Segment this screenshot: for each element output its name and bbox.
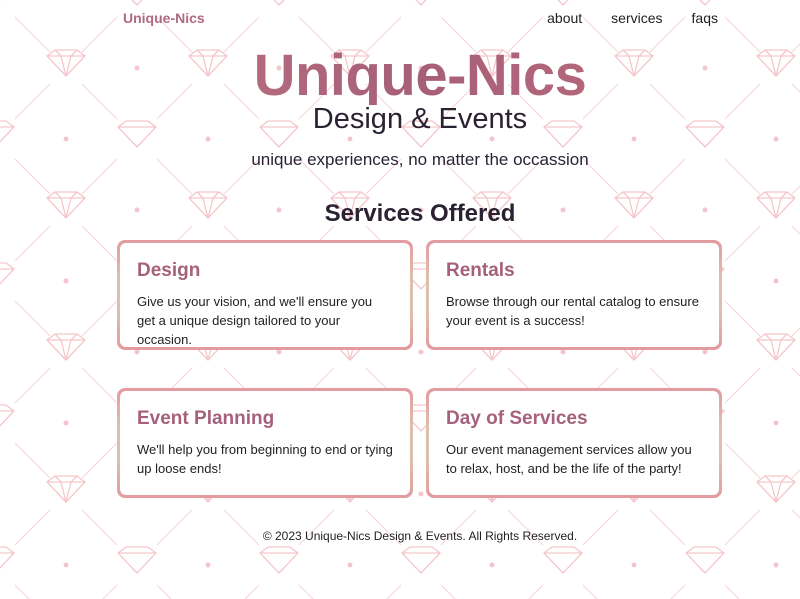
service-card-title: Event Planning [137,408,275,429]
top-nav: about services faqs [518,10,718,26]
service-card-title: Design [137,260,201,281]
content: Unique-Nics about services faqs Unique-N… [0,0,800,599]
service-card-title: Day of Services [446,408,588,429]
nav-link-faqs[interactable]: faqs [692,10,718,26]
service-card-description: We'll help you from beginning to end or … [137,441,393,476]
services-heading: Services Offered [324,200,516,227]
brand-logo-link[interactable]: Unique-Nics [123,10,205,26]
service-card-body: Rentals Browse through our rental catalo… [429,243,719,347]
service-card-description: Give us your vision, and we'll ensure yo… [137,293,373,347]
nav-link-services[interactable]: services [611,10,662,26]
hero-tagline: unique experiences, no matter the occass… [251,150,589,169]
service-card-body: Design Give us your vision, and we'll en… [120,243,410,347]
hero-title: Unique-Nics [0,47,800,105]
service-card-title: Rentals [446,260,515,281]
service-card-design: Design Give us your vision, and we'll en… [117,240,413,350]
service-card-rentals: Rentals Browse through our rental catalo… [426,240,722,350]
footer-copyright: © 2023 Unique-Nics Design & Events. All … [262,529,578,543]
page: Unique-Nics about services faqs Unique-N… [0,0,800,599]
service-card-body: Event Planning We'll help you from begin… [120,391,410,495]
nav-link-about[interactable]: about [547,10,582,26]
service-card-event-planning: Event Planning We'll help you from begin… [117,388,413,498]
service-card-description: Our event management services allow you … [446,441,692,476]
service-card-body: Day of Services Our event management ser… [429,391,719,495]
service-card-description: Browse through our rental catalog to ens… [446,293,699,328]
service-card-day-of-services: Day of Services Our event management ser… [426,388,722,498]
hero-subtitle: Design & Events [312,103,528,135]
